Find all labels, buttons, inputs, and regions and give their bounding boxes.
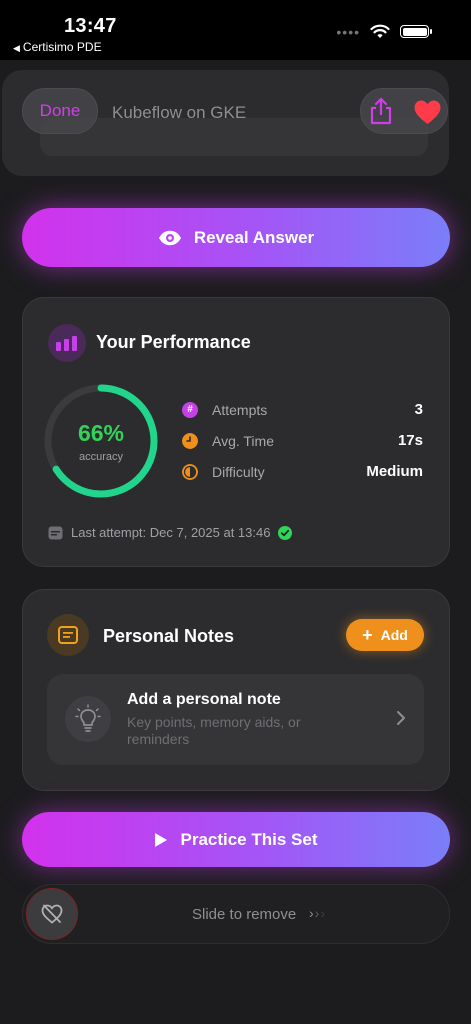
practice-label: Practice This Set: [180, 829, 318, 849]
check-circle-icon: [278, 525, 293, 540]
slide-arrows: ›››: [309, 905, 326, 921]
notes-icon-badge: [47, 614, 89, 656]
plus-icon: +: [362, 625, 373, 645]
difficulty-label: Difficulty: [212, 464, 265, 480]
add-note-subtitle: Key points, memory aids, or reminders: [127, 714, 301, 747]
lightbulb-icon: [75, 704, 101, 732]
attempts-value: 3: [414, 401, 423, 418]
last-attempt-text: Last attempt: Dec 7, 2025 at 13:46: [71, 525, 271, 540]
reveal-answer-label: Reveal Answer: [193, 227, 315, 247]
accuracy-percent: 66%: [77, 420, 125, 446]
chevron-right-icon: [397, 711, 405, 725]
status-bar: 13:47 ◀ Certisimo PDE ••••: [0, 0, 471, 60]
lightbulb-icon-badge: [65, 696, 111, 742]
share-icon[interactable]: [367, 96, 395, 126]
personal-notes-title: Personal Notes: [103, 626, 235, 646]
notes-icon: [58, 626, 78, 644]
attempts-label: Attempts: [212, 402, 268, 418]
slide-to-remove-label: Slide to remove: [192, 906, 297, 923]
heart-slash-icon: [41, 904, 63, 924]
performance-icon-badge: [48, 324, 86, 362]
cellular-signal-icon: ••••: [336, 23, 360, 40]
back-to-app-link[interactable]: ◀ Certisimo PDE: [13, 40, 102, 54]
bar-chart-icon: [56, 336, 77, 351]
eye-icon: [158, 230, 181, 245]
add-note-title: Add a personal note: [127, 691, 281, 708]
wifi-icon: [370, 24, 390, 38]
calendar-icon: [48, 526, 63, 540]
difficulty-value: Medium: [366, 463, 423, 480]
slide-to-remove-handle[interactable]: [26, 888, 78, 940]
slide-arrow-icon: ›: [320, 905, 327, 921]
hash-icon: #: [182, 402, 198, 418]
add-note-button[interactable]: + Add: [346, 619, 424, 651]
performance-title: Your Performance: [96, 332, 251, 352]
reveal-answer-button[interactable]: Reveal Answer: [22, 208, 450, 267]
nav-title: Kubeflow on GKE: [112, 103, 247, 122]
done-button[interactable]: Done: [22, 88, 98, 134]
status-icons: ••••: [336, 23, 432, 40]
add-label: Add: [380, 627, 408, 643]
practice-set-button[interactable]: Practice This Set: [22, 812, 450, 867]
accuracy-label: accuracy: [78, 451, 124, 463]
difficulty-icon: [182, 464, 198, 480]
clock-icon: [182, 433, 198, 449]
avg-time-label: Avg. Time: [212, 433, 274, 449]
status-time: 13:47: [64, 15, 117, 37]
last-attempt-row: Last attempt: Dec 7, 2025 at 13:46: [48, 525, 293, 540]
battery-icon: [400, 25, 432, 38]
back-triangle-icon: ◀: [13, 43, 20, 53]
play-icon: [155, 832, 168, 847]
favorite-heart-icon[interactable]: [413, 99, 442, 125]
back-app-label: Certisimo PDE: [22, 40, 102, 54]
avg-time-value: 17s: [397, 432, 423, 449]
